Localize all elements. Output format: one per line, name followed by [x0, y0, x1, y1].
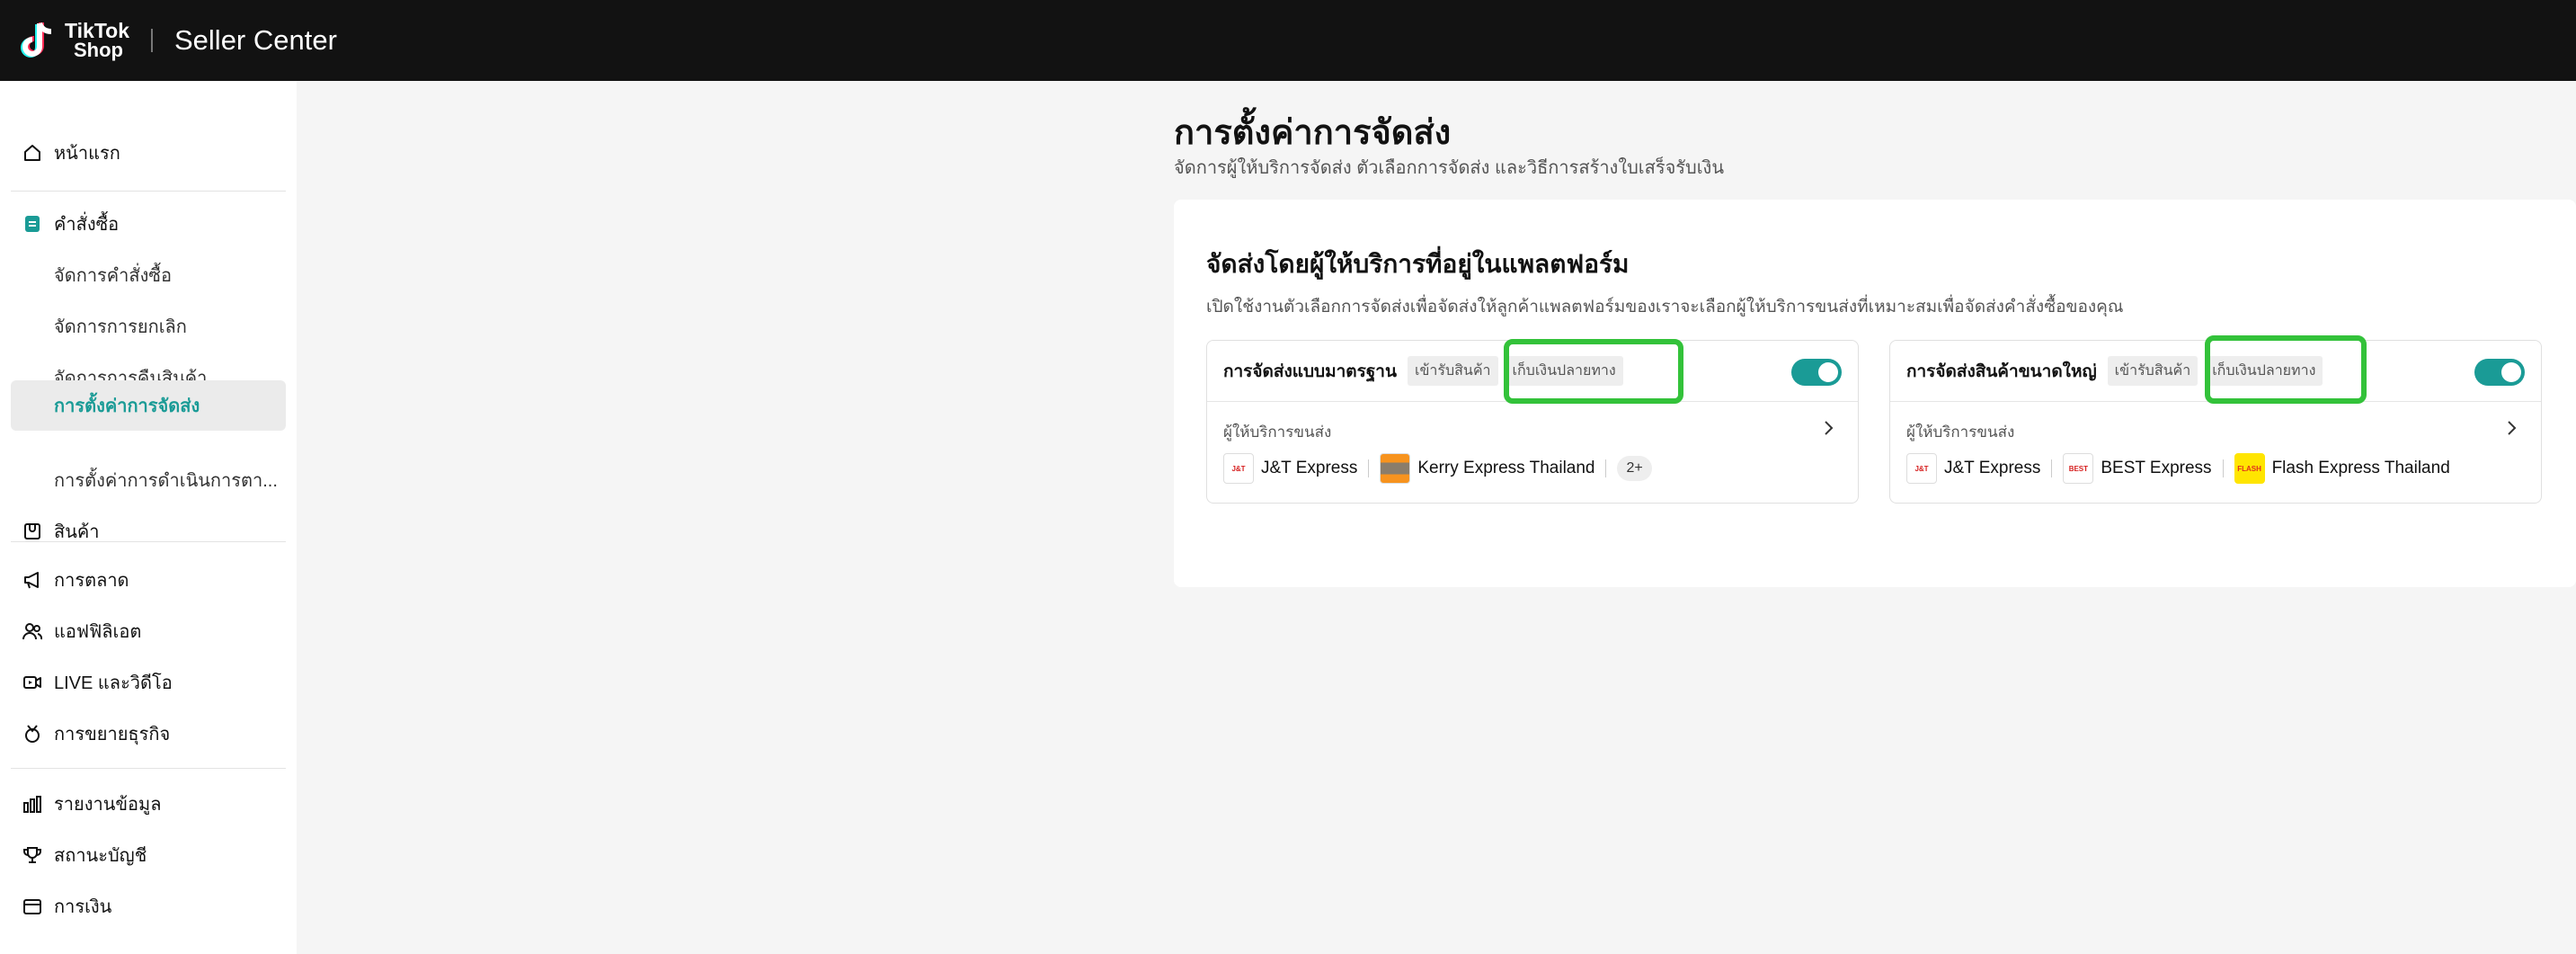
sidebar-item-label: การตั้งค่าการดำเนินการตา... — [54, 471, 278, 491]
carrier-name: BEST Express — [2101, 459, 2212, 477]
sidebar-item-shipping-settings[interactable]: การตั้งค่าการจัดส่ง — [11, 380, 286, 431]
trophy-icon — [22, 844, 43, 866]
page-title: การตั้งค่าการจัดส่ง — [1174, 114, 1452, 152]
bulky-shipping-toggle[interactable] — [2474, 359, 2525, 386]
sidebar-item-live-video[interactable]: LIVE และวิดีโอ — [11, 658, 286, 707]
sidebar-item-label: สถานะบัญชี — [54, 846, 147, 866]
chart-icon — [22, 793, 43, 815]
sidebar: หน้าแรก คำสั่งซื้อ จัดการคำสั่งซื้อ จัดก… — [0, 81, 297, 954]
carrier-name: Kerry Express Thailand — [1417, 459, 1595, 477]
chevron-right-icon[interactable] — [1818, 418, 1838, 438]
sidebar-item-growth[interactable]: การขยายธุรกิจ — [11, 709, 286, 758]
growth-icon — [22, 723, 43, 744]
kerry-express-logo — [1380, 453, 1411, 484]
header-divider — [151, 29, 153, 52]
jt-express-logo: J&T — [1223, 453, 1254, 484]
affiliate-icon — [22, 620, 43, 642]
platform-shipping-panel: จัดส่งโดยผู้ให้บริการที่อยู่ในแพลตฟอร์ม … — [1174, 200, 2576, 587]
card-title: การจัดส่งสินค้าขนาดใหญ่ — [1906, 361, 2097, 381]
sidebar-divider — [11, 768, 286, 769]
carrier-name: J&T Express — [1261, 459, 1358, 477]
carrier-separator — [2051, 459, 2053, 477]
best-express-logo: BEST — [2063, 453, 2094, 484]
carrier-label: ผู้ให้บริการขนส่ง — [1906, 424, 2015, 441]
carrier-list: J&T J&T Express BEST BEST Express FLASH … — [1906, 452, 2450, 485]
page-subtitle: จัดการผู้ให้บริการจัดส่ง ตัวเลือกการจัดส… — [1174, 158, 1724, 178]
sidebar-item-fulfillment-settings[interactable]: การตั้งค่าการดำเนินการตา... — [11, 456, 286, 504]
logo-line-1: TikTok — [65, 19, 129, 42]
orders-icon — [22, 213, 43, 235]
more-carriers-badge[interactable]: 2+ — [1617, 456, 1652, 481]
app-title: Seller Center — [174, 24, 337, 56]
video-icon — [22, 672, 43, 693]
carrier-name: J&T Express — [1944, 459, 2041, 477]
pickup-tag: เข้ารับสินค้า — [2107, 356, 2198, 386]
sidebar-item-manage-orders[interactable]: จัดการคำสั่งซื้อ — [11, 251, 286, 299]
highlight-box — [1504, 339, 1683, 404]
panel-description: เปิดใช้งานตัวเลือกการจัดส่งเพื่อจัดส่งให… — [1206, 298, 2124, 317]
flash-express-logo: FLASH — [2234, 453, 2265, 484]
home-icon — [22, 142, 43, 164]
sidebar-item-label: รายงานข้อมูล — [54, 795, 162, 815]
sidebar-item-label: การตั้งค่าการจัดส่ง — [54, 397, 200, 416]
sidebar-item-finance[interactable]: การเงิน — [11, 882, 286, 931]
sidebar-item-affiliate[interactable]: แอฟฟิลิเอต — [11, 607, 286, 655]
carrier-list: J&T J&T Express Kerry Express Thailand 2… — [1223, 452, 1652, 485]
megaphone-icon — [22, 569, 43, 591]
carrier-separator — [1605, 459, 1607, 477]
sidebar-item-label: จัดการการยกเลิก — [54, 317, 187, 337]
sidebar-item-marketing[interactable]: การตลาด — [11, 556, 286, 604]
standard-shipping-toggle[interactable] — [1791, 359, 1842, 386]
jt-express-logo: J&T — [1906, 453, 1937, 484]
logo-line-2: Shop — [74, 39, 123, 61]
sidebar-item-label: การตลาด — [54, 571, 129, 591]
sidebar-item-label: จัดการคำสั่งซื้อ — [54, 266, 172, 286]
highlight-box — [2205, 335, 2367, 404]
sidebar-item-orders[interactable]: คำสั่งซื้อ — [11, 200, 286, 248]
bulky-shipping-card: การจัดส่งสินค้าขนาดใหญ่ เข้ารับสินค้า เก… — [1889, 335, 2542, 504]
standard-shipping-card: การจัดส่งแบบมาตรฐาน เข้ารับสินค้า เก็บเง… — [1206, 339, 1859, 504]
sidebar-item-cancellations[interactable]: จัดการการยกเลิก — [11, 302, 286, 351]
sidebar-item-data-reports[interactable]: รายงานข้อมูล — [11, 780, 286, 828]
sidebar-item-label: หน้าแรก — [54, 144, 120, 164]
sidebar-item-home[interactable]: หน้าแรก — [11, 129, 286, 177]
carrier-name: Flash Express Thailand — [2271, 459, 2450, 477]
sidebar-item-label: การเงิน — [54, 897, 112, 917]
product-icon — [22, 521, 43, 542]
sidebar-item-account-status[interactable]: สถานะบัญชี — [11, 831, 286, 879]
panel-title: จัดส่งโดยผู้ให้บริการที่อยู่ในแพลตฟอร์ม — [1206, 250, 1630, 278]
sidebar-item-label: การขยายธุรกิจ — [54, 725, 171, 744]
toggle-knob — [2501, 362, 2521, 382]
sidebar-divider — [11, 191, 286, 192]
sidebar-item-label: คำสั่งซื้อ — [54, 215, 120, 235]
card-title: การจัดส่งแบบมาตรฐาน — [1223, 361, 1397, 381]
carrier-separator — [1368, 459, 1370, 477]
tiktok-logo-icon[interactable] — [20, 20, 58, 61]
logo-text[interactable]: TikTok Shop — [65, 21, 129, 60]
sidebar-item-label: แอฟฟิลิเอต — [54, 622, 142, 642]
carrier-label: ผู้ให้บริการขนส่ง — [1223, 424, 1332, 441]
wallet-icon — [22, 896, 43, 917]
top-bar: TikTok Shop Seller Center — [0, 0, 2576, 81]
carrier-separator — [2222, 459, 2224, 477]
chevron-right-icon[interactable] — [2501, 418, 2521, 438]
sidebar-item-products[interactable]: สินค้า — [11, 507, 286, 556]
pickup-tag: เข้ารับสินค้า — [1407, 356, 1498, 386]
sidebar-divider — [11, 541, 286, 542]
toggle-knob — [1818, 362, 1838, 382]
sidebar-item-label: LIVE และวิดีโอ — [54, 673, 173, 693]
